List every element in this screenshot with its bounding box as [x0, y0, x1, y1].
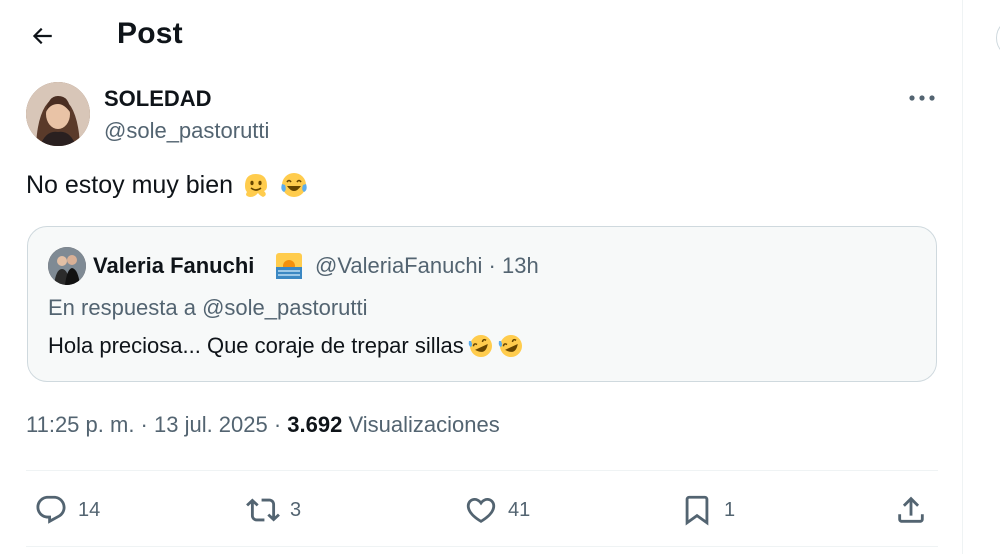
post-text: No estoy muy bien [26, 170, 309, 200]
header: Post [0, 0, 963, 70]
quoted-post[interactable]: Valeria Fanuchi @ValeriaFanuchi · 13h En… [27, 226, 937, 382]
quoted-author-name[interactable]: Valeria Fanuchi [93, 253, 254, 279]
page-title: Post [117, 17, 183, 50]
bookmark-button[interactable]: 1 [680, 490, 735, 530]
back-button[interactable] [22, 16, 62, 56]
quoted-author-avatar[interactable] [48, 247, 86, 285]
quoted-text-content: Hola preciosa... Que coraje de trepar si… [48, 333, 464, 358]
repost-icon [246, 498, 280, 522]
arrow-left-icon [32, 27, 52, 45]
like-button[interactable]: 41 [464, 490, 530, 530]
author-avatar[interactable] [26, 82, 90, 146]
sunrise-emoji [276, 253, 302, 279]
right-sidebar-edge [963, 0, 1000, 554]
face-with-tears-of-joy-emoji [281, 173, 307, 197]
share-icon [898, 496, 924, 523]
more-options-button[interactable] [904, 84, 940, 112]
rolling-on-floor-laughing-emoji [498, 335, 522, 357]
reply-to-label: En respuesta a @sole_pastorutti [48, 295, 368, 320]
divider [26, 546, 938, 547]
reply-count: 14 [78, 498, 101, 521]
melting-face-emoji [245, 174, 268, 197]
quoted-avatar-image [48, 247, 86, 285]
author-handle[interactable]: @sole_pastorutti [104, 118, 269, 144]
post-column: Post SOLEDAD @sole_pastorutti No estoy m… [0, 0, 963, 554]
divider [26, 470, 938, 471]
like-count: 41 [508, 498, 531, 521]
share-button[interactable] [894, 490, 928, 530]
views-label: Visualizaciones [348, 412, 500, 437]
time-date[interactable]: 11:25 p. m. · 13 jul. 2025 · [26, 412, 287, 437]
avatar-image [26, 82, 90, 146]
heart-icon [466, 497, 496, 523]
repost-count: 3 [290, 498, 302, 521]
quoted-text: Hola preciosa... Que coraje de trepar si… [48, 333, 524, 359]
more-dots-icon [909, 95, 935, 101]
post-timestamp: 11:25 p. m. · 13 jul. 2025 · 3.692 Visua… [26, 412, 500, 438]
author-name[interactable]: SOLEDAD [104, 86, 212, 112]
post-text-content: No estoy muy bien [26, 170, 234, 199]
rolling-on-floor-laughing-emoji [468, 335, 492, 357]
quoted-handle-time[interactable]: @ValeriaFanuchi · 13h [315, 253, 539, 279]
reply-button[interactable]: 14 [34, 490, 100, 530]
views-count: 3.692 [287, 412, 343, 437]
bookmark-count: 1 [724, 498, 736, 521]
repost-button[interactable]: 3 [246, 490, 301, 530]
reply-icon [36, 495, 66, 524]
bookmark-icon [685, 495, 709, 526]
